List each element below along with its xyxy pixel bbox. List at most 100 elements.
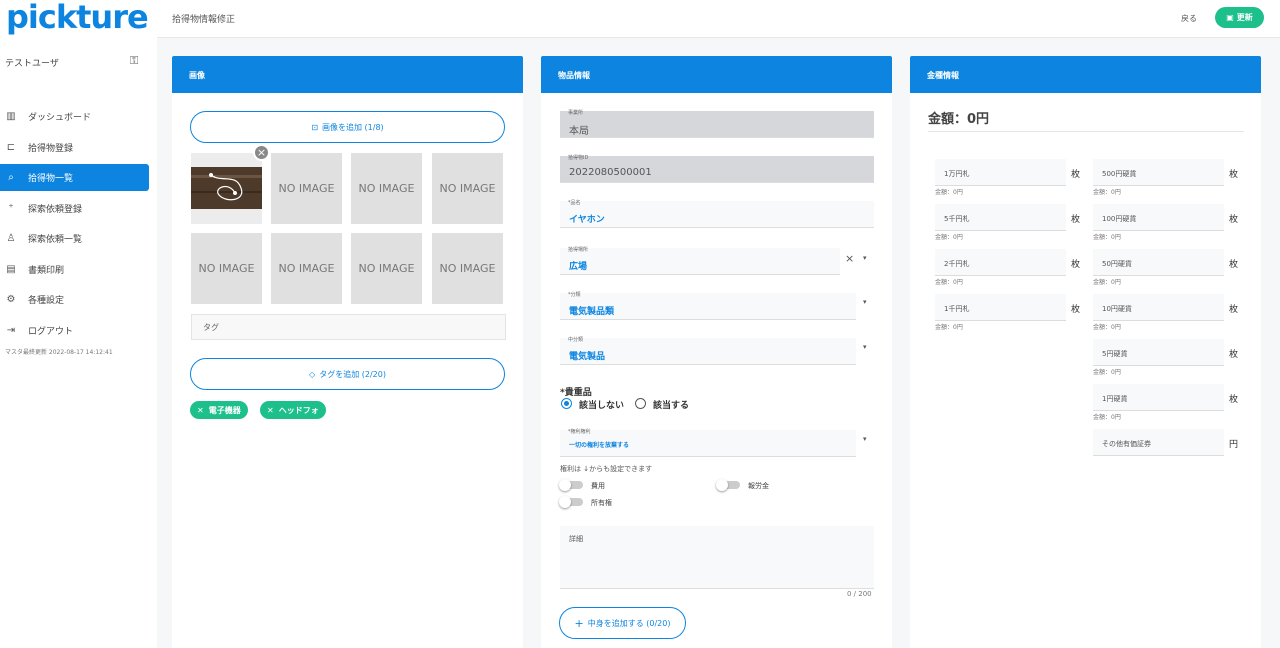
detail-counter: 0 / 200 [847,590,872,598]
denomination-unit: 枚 [1070,170,1080,180]
divider [928,131,1244,132]
tag-chip[interactable]: ✕ 電子機器 [190,401,248,419]
category-value: 電気製品類 [569,307,615,317]
subtotal: 金額：0円 [1093,189,1121,196]
office-field: 事業所 本局 [560,110,874,138]
sidebar-item-logout[interactable]: ⇥ ログアウト [0,317,149,344]
chevron-down-icon[interactable]: ▾ [863,298,867,306]
plus-icon: + [574,616,584,630]
user-search-icon: ♙ [6,233,16,244]
subtotal: 金額：0円 [1093,279,1121,286]
bill-2000-input[interactable]: 2千円札 枚 [935,249,1080,276]
add-content-button[interactable]: + 中身を追加する (0/20) [559,607,686,639]
bill-10000-input[interactable]: 1万円札 枚 [935,159,1080,186]
chevron-down-icon[interactable]: ▾ [863,343,867,351]
image-slot-5[interactable]: NO IMAGE [191,233,262,304]
bill-5000-input[interactable]: 5千円札 枚 [935,204,1080,231]
image-slot-2[interactable]: NO IMAGE [271,153,342,224]
denomination-name: 500円硬貨 [1102,170,1137,178]
denomination-name: その他有価証券 [1102,440,1151,448]
valuable-no-label: 該当しない [579,401,625,411]
sidebar-item-label: 書類印刷 [28,265,65,276]
detail-label: 詳細 [569,535,583,543]
coin-100-input[interactable]: 100円硬貨 枚 [1093,204,1238,231]
office-value: 本局 [569,126,589,137]
valuable-no-radio[interactable] [561,398,572,409]
sidebar-item-label: 各種設定 [28,296,65,306]
denomination-name: 5千円札 [944,215,970,223]
ownership-toggle[interactable] [559,496,583,508]
sidebar-item-search-list[interactable]: ♙ 探索依頼一覧 [0,225,149,252]
item-name-field[interactable]: *品名イヤホン [560,200,874,228]
box-in-icon: ⊏ [6,141,16,153]
reward-toggle-label: 報労金 [748,482,769,490]
denomination-name: 2千円札 [944,260,970,268]
found-id-label: 拾得物ID [568,155,589,161]
subtotal: 金額：0円 [935,189,963,196]
image-slot-6[interactable]: NO IMAGE [271,233,342,304]
images-card-title: 画像 [172,56,523,93]
denomination-unit: 枚 [1228,170,1238,180]
chevron-down-icon[interactable]: ▾ [863,435,867,443]
valuable-yes-radio[interactable] [635,398,646,409]
image-slot-7[interactable]: NO IMAGE [351,233,422,304]
add-tag-button[interactable]: ◇ タグを追加 (2/20) [190,358,505,390]
rights-value: 一切の権利を放棄する [569,442,630,449]
bill-1000-input[interactable]: 1千円札 枚 [935,294,1080,321]
close-icon[interactable]: ✕ [197,406,204,415]
add-image-label: 画像を追加 (1/8) [322,122,384,132]
update-button[interactable]: ▣ 更新 [1215,7,1264,28]
add-image-button[interactable]: ⊡ 画像を追加 (1/8) [190,111,505,143]
denomination-name: 5円硬貨 [1102,350,1128,358]
money-card-title: 金種情報 [910,56,1261,93]
rights-select[interactable]: *権利権利 一切の権利を放棄する [560,429,856,457]
tag-chip[interactable]: ✕ ヘッドフォ [260,401,326,419]
item-name-value: イヤホン [569,215,605,225]
subcategory-select[interactable]: 中分類 電気製品 [560,337,856,365]
key-icon[interactable]: ⚿ [130,54,138,68]
earphone-photo[interactable] [191,153,262,224]
sidebar-item-register-found[interactable]: ⊏ 拾得物登録 [0,134,149,161]
reward-toggle[interactable] [716,479,740,491]
sidebar-item-dashboard[interactable]: ▥ ダッシュボード [0,103,149,130]
found-place-value: 広場 [569,262,588,272]
remove-image-button[interactable]: × [253,144,270,161]
cost-toggle[interactable] [559,479,583,491]
image-slot-8[interactable]: NO IMAGE [432,233,503,304]
denomination-unit: 枚 [1228,395,1238,405]
subtotal: 金額：0円 [1093,369,1121,376]
sidebar-item-found-list[interactable]: ⌕ 拾得物一覧 [0,164,149,191]
denomination-unit: 枚 [1228,215,1238,225]
sidebar-item-label: ダッシュボード [28,113,92,123]
image-slot-4[interactable]: NO IMAGE [432,153,503,224]
chevron-down-icon[interactable]: ▾ [863,254,867,262]
image-slot-3[interactable]: NO IMAGE [351,153,422,224]
sidebar-item-settings[interactable]: ⚙ 各種設定 [0,286,149,313]
close-icon[interactable]: ✕ [267,406,274,415]
sidebar-item-print[interactable]: ▤ 書類印刷 [0,256,149,283]
found-place-field[interactable]: 拾得場所 広場 [560,247,840,275]
denomination-name: 1円硬貨 [1102,395,1128,403]
back-link[interactable]: 戻る [1181,13,1197,24]
denomination-name: 100円硬貨 [1102,215,1137,223]
category-select[interactable]: *分類電気製品類 [560,292,856,320]
category-label: *分類 [568,292,581,298]
money-total: 金額：0円 [928,112,990,127]
denomination-name: 50円硬貨 [1102,260,1132,268]
sidebar-item-register-search[interactable]: ⁺ 探索依頼登録 [0,195,149,222]
coin-500-input[interactable]: 500円硬貨 枚 [1093,159,1238,186]
denomination-name: 10円硬貨 [1102,305,1132,313]
search-list-icon: ⌕ [8,172,14,183]
item-name-label: *品名 [568,200,581,206]
securities-input[interactable]: その他有価証券 円 [1093,429,1238,456]
clear-icon[interactable]: × [845,252,854,265]
coin-5-input[interactable]: 5円硬貨 枚 [1093,339,1238,366]
coin-1-input[interactable]: 1円硬貨 枚 [1093,384,1238,411]
tag-chip-label: 電子機器 [208,405,241,415]
coin-10-input[interactable]: 10円硬貨 枚 [1093,294,1238,321]
subtotal: 金額：0円 [935,234,963,241]
detail-textarea[interactable]: 詳細 [560,526,874,589]
coin-50-input[interactable]: 50円硬貨 枚 [1093,249,1238,276]
app-logo[interactable]: pickture [6,0,149,36]
tag-input[interactable]: タグ [191,314,506,340]
